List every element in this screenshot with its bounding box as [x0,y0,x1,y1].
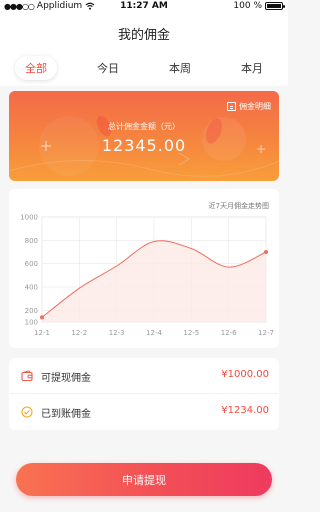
commission-detail-link[interactable]: 佣金明细 [227,101,271,112]
tab-all[interactable]: 全部 [0,50,72,86]
total-commission-label: 总计佣金金额（元） [108,122,180,131]
series-area [42,240,266,322]
commission-trend-chart: 100 200 400 600 800 1000 12-1 12-2 12-3 12-4 12-5 1… [20,214,274,338]
period-tabs: 全部 今日 本周 本月 [0,50,288,86]
commission-trend-card: 100 200 400 600 800 1000 12-1 12-2 12-3 12-4 12-5 1… [9,189,279,348]
status-bar: ●●●○○ Applidium 11:27 AM 100 % [0,0,288,14]
chart-title: 近7天月佣金走势图 [208,202,269,210]
received-label: 已到账佣金 [41,409,91,420]
balance-list: 可提现佣金 ¥1000.00 已到账佣金 ¥1234.00 [9,358,279,430]
wallet-icon [21,370,33,382]
check-circle-icon [21,406,33,418]
apply-withdraw-button[interactable]: 申请提现 [16,463,272,496]
withdrawable-label: 可提现佣金 [41,373,91,384]
x-tick-label: 12-6 [221,329,237,337]
y-tick-label: 800 [25,237,38,245]
data-point [40,315,44,320]
tab-label: 本周 [169,62,191,75]
page-title: 我的佣金 [117,28,170,43]
received-amount: ¥1234.00 [221,405,269,416]
tab-this-week[interactable]: 本周 [144,50,216,86]
battery-icon [265,2,285,10]
tab-label: 本月 [241,62,263,75]
battery-percent: 100 % [233,1,262,11]
commission-detail-label: 佣金明细 [239,102,271,111]
y-tick-label: 400 [25,284,38,292]
withdrawable-commission-row[interactable]: 可提现佣金 ¥1000.00 [9,358,279,394]
y-tick-label: 100 [25,319,38,327]
document-icon [227,102,236,111]
tab-this-month[interactable]: 本月 [216,50,288,86]
tab-today[interactable]: 今日 [72,50,144,86]
x-tick-label: 12-7 [258,329,274,337]
x-tick-label: 12-1 [34,329,50,337]
tab-label: 今日 [97,62,119,75]
x-tick-label: 12-4 [146,329,162,337]
nav-bar: 我的佣金 [0,14,288,50]
battery-group: 100 % [233,1,285,11]
x-tick-label: 12-3 [109,329,125,337]
y-tick-label: 600 [25,260,38,268]
y-tick-label: 1000 [20,214,38,222]
received-commission-row[interactable]: 已到账佣金 ¥1234.00 [9,394,279,430]
withdrawable-amount: ¥1000.00 [221,369,269,380]
data-point [264,250,268,254]
commission-summary-banner: 佣金明细 总计佣金金额（元） 12345.00 [9,91,279,181]
total-commission-amount: 12345.00 [101,136,187,155]
x-tick-label: 12-5 [183,329,199,337]
y-tick-label: 200 [25,307,38,315]
x-tick-label: 12-2 [71,329,87,337]
tab-label: 全部 [15,56,57,80]
